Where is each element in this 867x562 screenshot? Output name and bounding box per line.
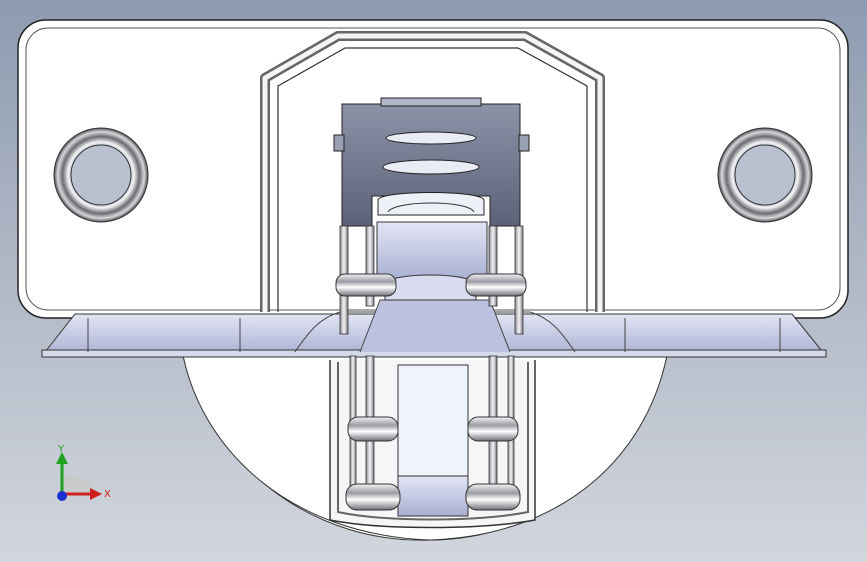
x-axis-label: X	[104, 489, 111, 500]
left-mount-hole	[53, 127, 149, 223]
cad-model-view[interactable]: Y X	[0, 0, 867, 562]
y-axis-label: Y	[57, 444, 65, 455]
right-mount-hole	[717, 127, 813, 223]
coordinate-triad: Y X	[56, 444, 111, 501]
inner-slider	[376, 221, 488, 281]
graphics-viewport[interactable]: Y X	[0, 0, 867, 562]
